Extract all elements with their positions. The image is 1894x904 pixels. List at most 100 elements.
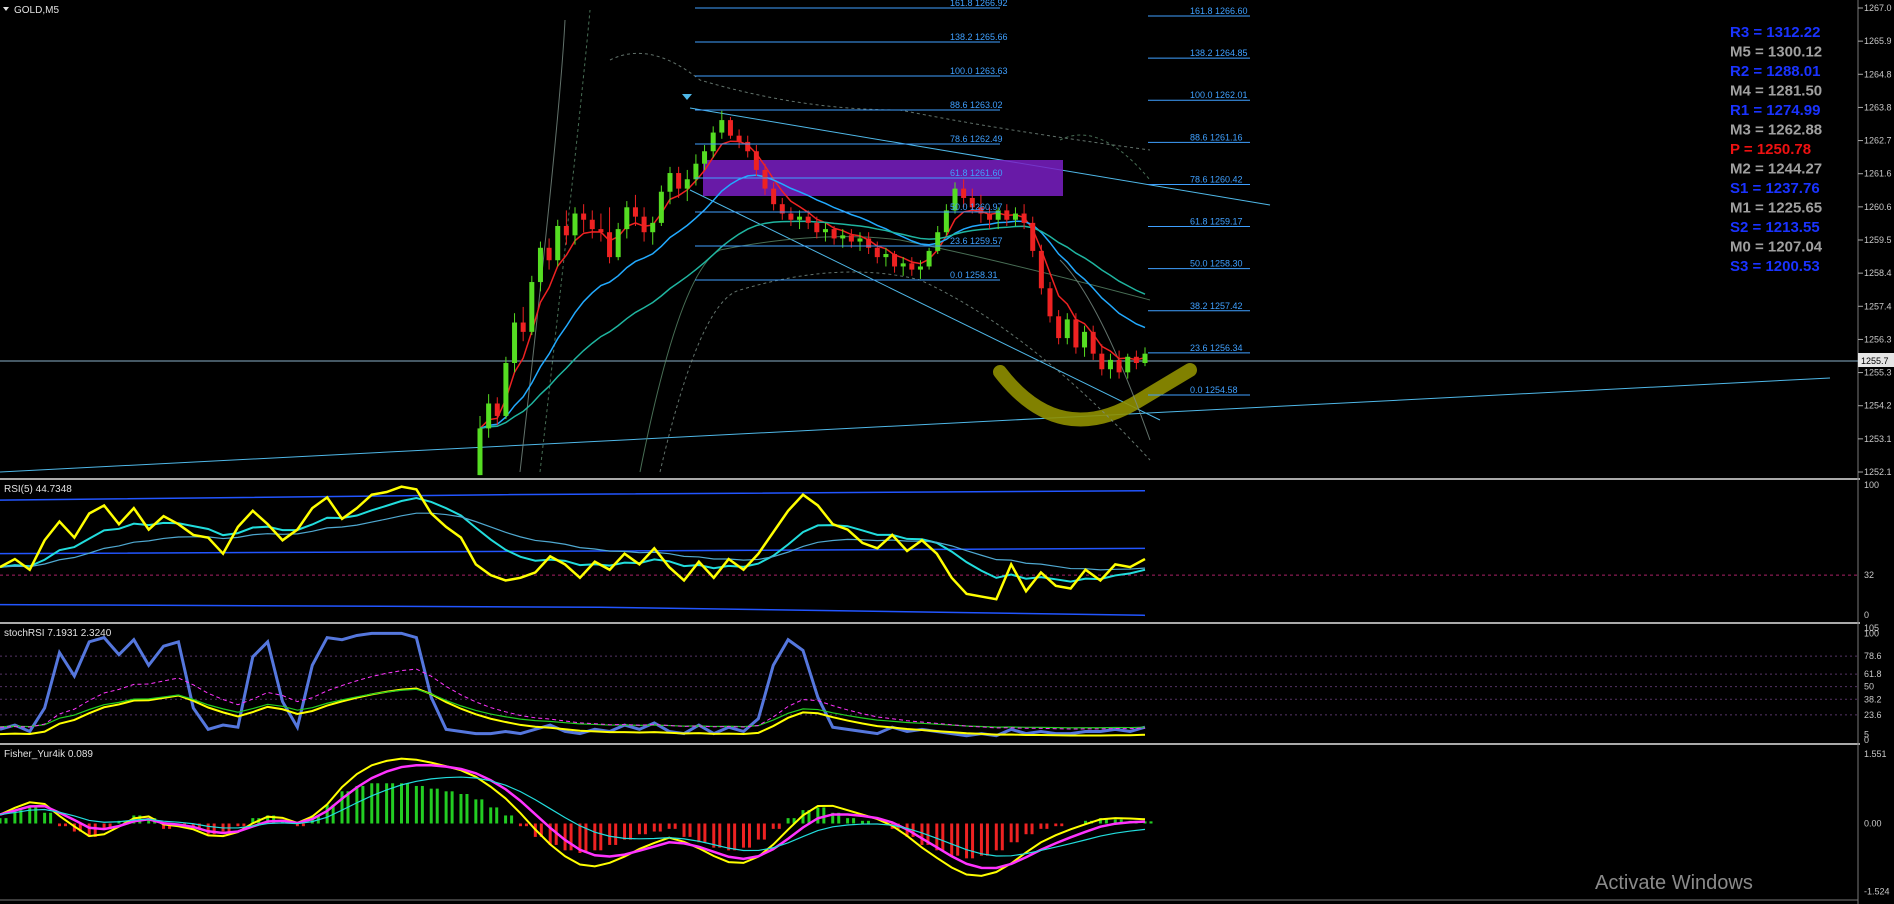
stoch-tick-label: 50	[1864, 682, 1874, 692]
fib-level-label: 100.0 1262.01	[1190, 90, 1248, 100]
fib-level-label: 88.6 1263.02	[950, 100, 1003, 110]
fib-level-label: 61.8 1261.60	[950, 168, 1003, 178]
candle-body	[641, 216, 647, 233]
candle-body	[831, 229, 837, 239]
candle-body	[719, 120, 725, 133]
fib-level-label: 138.2 1264.85	[1190, 48, 1248, 58]
candle-body	[607, 232, 613, 258]
candle-body	[883, 254, 889, 258]
fib-level-label: 78.6 1260.42	[1190, 174, 1243, 184]
candle-body	[892, 254, 898, 267]
rsi-tick-label: 100	[1864, 480, 1879, 490]
candle-body	[1107, 359, 1113, 370]
candle-body	[762, 169, 768, 189]
candle-body	[745, 141, 751, 152]
candle-body	[572, 213, 578, 236]
stoch-tick-label: 61.8	[1864, 669, 1882, 679]
pivot-label: P = 1250.78	[1730, 141, 1811, 158]
fisher-tick-label: -1.524	[1864, 887, 1890, 897]
candle-body	[615, 229, 621, 258]
price-tick-label: 1264.8	[1864, 69, 1892, 79]
pivot-label: S2 = 1213.55	[1730, 219, 1820, 236]
candle-body	[926, 250, 932, 267]
candle-body	[589, 219, 595, 230]
candle-body	[874, 247, 880, 258]
price-tick-label: 1258.4	[1864, 268, 1892, 278]
rsi-title: RSI(5) 44.7348	[4, 484, 72, 495]
candle-body	[987, 213, 993, 220]
fib-level-label: 161.8 1266.92	[950, 0, 1008, 8]
price-tick-label: 1265.9	[1864, 36, 1892, 46]
candle-body	[1004, 210, 1010, 220]
candle-body	[563, 225, 569, 236]
price-tick-label: 1260.6	[1864, 202, 1892, 212]
price-tick-label: 1262.7	[1864, 136, 1892, 146]
candle-body	[736, 135, 742, 142]
candle-body	[632, 207, 638, 217]
candle-body	[512, 322, 518, 364]
candle-body	[727, 120, 733, 136]
candle-body	[900, 263, 906, 267]
candle-body	[537, 247, 543, 283]
candle-body	[1133, 356, 1139, 364]
fib-level-label: 23.6 1259.57	[950, 236, 1003, 246]
rsi-tick-label: 32	[1864, 570, 1874, 580]
pivot-label: R2 = 1288.01	[1730, 63, 1821, 80]
candle-body	[581, 213, 587, 220]
fisher-title: Fisher_Yur4ik 0.089	[4, 749, 93, 760]
candle-body	[771, 188, 777, 205]
candle-body	[555, 225, 561, 261]
candle-body	[1125, 356, 1131, 373]
stoch-title: stochRSI 7.1931 2.3240	[4, 628, 112, 639]
price-axis: 1267.0 1265.9 1264.8 1263.8 1262.7 1261.6 1260…	[1858, 3, 1894, 477]
pivot-label: M1 = 1225.65	[1730, 200, 1822, 217]
candle-body	[693, 163, 699, 180]
fib-level-label: 138.2 1265.66	[950, 32, 1008, 42]
fib-level-label: 88.6 1261.16	[1190, 132, 1243, 142]
fib-level-label: 38.2 1257.42	[1190, 301, 1243, 311]
price-tick-label: 1255.3	[1864, 368, 1892, 378]
rsi-tick-label: 0	[1864, 610, 1869, 620]
candle-body	[848, 235, 854, 242]
candle-body	[546, 247, 552, 261]
price-tick-label: 1254.2	[1864, 401, 1892, 411]
chart-canvas: GOLD,M5 RSI(5) 44.7348 stochRSI 7.1931 2…	[0, 0, 1894, 904]
candle-body	[788, 213, 794, 220]
candle-body	[805, 216, 811, 223]
pivot-label: M5 = 1300.12	[1730, 44, 1822, 61]
candle-body	[1073, 319, 1079, 348]
price-tick-label: 1259.5	[1864, 235, 1892, 245]
fib-level-label: 61.8 1259.17	[1190, 217, 1243, 227]
price-tick-label: 1253.1	[1864, 434, 1892, 444]
candle-body	[840, 235, 846, 239]
fib-level-label: 78.6 1262.49	[950, 134, 1003, 144]
price-tick-label: 1256.3	[1864, 334, 1892, 344]
fib-level-label: 50.0 1258.30	[1190, 259, 1243, 269]
candle-body	[814, 222, 820, 233]
candle-body	[1099, 353, 1105, 370]
candle-body	[935, 232, 941, 251]
pivot-label: S1 = 1237.76	[1730, 180, 1820, 197]
candle-body	[1142, 353, 1148, 364]
candle-body	[797, 216, 803, 220]
fib-level-label: 0.0 1254.58	[1190, 385, 1238, 395]
price-tick-label: 1257.4	[1864, 301, 1892, 311]
stoch-tick-label: 38.2	[1864, 694, 1882, 704]
candle-body	[1082, 331, 1088, 348]
current-price-label: 1255.7	[1861, 356, 1889, 366]
candle-body	[520, 322, 526, 332]
candle-body	[1021, 213, 1027, 223]
candle-body	[909, 263, 915, 270]
pivot-label: M4 = 1281.50	[1730, 83, 1822, 100]
price-tick-label: 1263.8	[1864, 102, 1892, 112]
candle-body	[1030, 222, 1036, 251]
candle-body	[1012, 213, 1018, 220]
candle-body	[710, 132, 716, 152]
candle-body	[1047, 288, 1053, 317]
price-tick-label: 1252.1	[1864, 467, 1892, 477]
pivot-label: M2 = 1244.27	[1730, 161, 1822, 178]
candle-body	[961, 188, 967, 198]
fib-level-label: 23.6 1256.34	[1190, 343, 1243, 353]
pivot-label: R1 = 1274.99	[1730, 102, 1821, 119]
stoch-tick-label: 78.6	[1864, 651, 1882, 661]
